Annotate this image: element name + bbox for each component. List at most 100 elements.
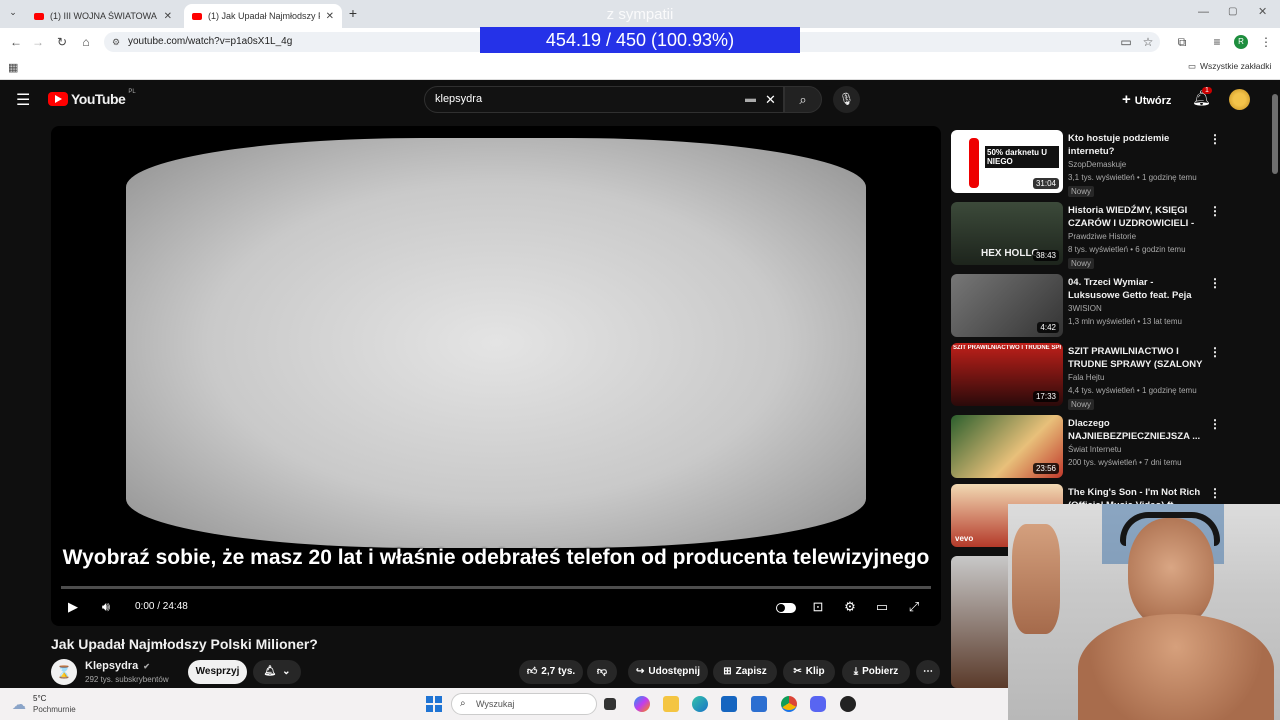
more-options-icon[interactable]: ⋮ <box>1209 345 1221 359</box>
more-options-icon[interactable]: ⋮ <box>1209 417 1221 431</box>
more-options-icon[interactable]: ⋮ <box>1209 486 1221 500</box>
stream-overlay-subtitle: z sympatii <box>606 6 674 23</box>
more-options-icon[interactable]: ⋮ <box>1209 276 1221 290</box>
duration-badge: 38:43 <box>1032 250 1059 261</box>
close-icon[interactable]: ✕ <box>326 11 334 22</box>
autoplay-toggle[interactable] <box>775 598 797 616</box>
profile-avatar[interactable]: R <box>1234 35 1248 49</box>
thumbs-down-icon: 👎︎ <box>596 666 608 677</box>
recommendation-channel: 3WISION <box>1068 304 1102 313</box>
tab-jak-upadal[interactable]: (1) Jak Upadał Najmłodszy Pol... ✕ <box>184 4 342 28</box>
hamburger-menu-icon[interactable]: ☰ <box>16 90 30 110</box>
clip-button[interactable]: ✂ Klip <box>783 660 835 684</box>
store-icon[interactable] <box>751 696 767 712</box>
extensions-icon[interactable]: ⧉ <box>1174 34 1190 50</box>
dislike-button[interactable]: 👎︎ <box>587 660 617 684</box>
video-player[interactable]: Wyobraź sobie, że masz 20 lat i właśnie … <box>51 126 941 626</box>
clear-search-icon[interactable]: ✕ <box>765 87 776 112</box>
menu-icon[interactable]: ⋮ <box>1258 34 1274 50</box>
cast-icon[interactable]: ▭ <box>1118 34 1134 50</box>
recommendation-channel: Prawdziwe Historie <box>1068 232 1137 241</box>
time-display: 0:00 / 24:48 <box>135 601 188 612</box>
windows-start-icon[interactable] <box>426 696 442 712</box>
notifications-button[interactable]: 🔔︎ 1 <box>1192 87 1212 107</box>
recommendation-item[interactable]: 50% darknetu U NIEGO 31:04 Kto hostuje p… <box>951 130 1276 197</box>
folder-icon: ▭ <box>1188 61 1197 71</box>
maximize-icon[interactable]: ▢ <box>1228 6 1237 17</box>
outlook-icon[interactable] <box>721 696 737 712</box>
search-button[interactable]: ⌕ <box>784 86 822 113</box>
download-icon: ⤓ <box>853 666 859 677</box>
notification-bell-button[interactable]: 🔔︎ ⌄ <box>253 660 301 684</box>
fullscreen-icon[interactable]: ⤢ <box>905 598 923 616</box>
keyboard-icon[interactable]: ▬ <box>745 87 756 112</box>
download-button[interactable]: ⤓ Pobierz <box>842 660 910 684</box>
recommendation-item[interactable]: SZIT PRAWILNIACTWO I TRUDNE SPRAWY 17:33… <box>951 343 1276 410</box>
tab-wojna[interactable]: (1) III WOJNA ŚWIATOWA - CH... ✕ <box>26 4 180 28</box>
stream-goal-counter: 454.19 / 450 (100.93%) <box>480 27 800 53</box>
account-avatar[interactable] <box>1229 89 1250 110</box>
search-input[interactable]: klepsydra ▬ ✕ <box>424 86 784 113</box>
recommendation-item[interactable]: HEX HOLLO 38:43 Historia WIEDŹMY, KSIĘGI… <box>951 202 1276 269</box>
back-icon[interactable]: ← <box>8 34 24 50</box>
youtube-favicon-icon <box>192 12 202 20</box>
close-window-icon[interactable]: ✕ <box>1258 5 1267 18</box>
video-thumbnail: HEX HOLLO 38:43 <box>951 202 1063 265</box>
recommendation-meta: 200 tys. wyświetleń • 7 dni temu <box>1068 458 1182 467</box>
subtitles-icon[interactable]: ⊡ <box>809 598 827 616</box>
weather-cloud-icon[interactable]: ☁ <box>12 696 26 713</box>
voice-search-button[interactable]: 🎙 <box>833 86 860 113</box>
copilot-icon[interactable] <box>634 696 650 712</box>
reading-list-icon[interactable]: ≡ <box>1209 34 1225 50</box>
youtube-play-logo-icon <box>48 92 68 106</box>
youtube-favicon-icon <box>34 12 44 20</box>
apps-grid-icon[interactable]: ▦ <box>8 61 18 74</box>
settings-gear-icon[interactable]: ⚙ <box>841 598 859 616</box>
recommendation-item[interactable]: 4:42 04. Trzeci Wymiar - Luksusowe Getto… <box>951 274 1276 340</box>
support-button[interactable]: Wesprzyj <box>188 660 247 684</box>
forward-icon[interactable]: → <box>30 34 46 50</box>
youtube-logo[interactable]: YouTube PL <box>48 89 136 107</box>
bookmark-star-icon[interactable]: ☆ <box>1140 34 1156 50</box>
more-actions-button[interactable]: ⋯ <box>916 660 940 684</box>
new-badge: Nowy <box>1068 399 1095 410</box>
tab-label: (1) Jak Upadał Najmłodszy Pol... <box>208 11 320 21</box>
recommendation-meta: 4,4 tys. wyświetleń • 1 godzinę temu <box>1068 386 1197 395</box>
share-button[interactable]: ↪ Udostępnij <box>628 660 708 684</box>
like-button[interactable]: 👍︎ 2,7 tys. <box>519 660 583 684</box>
duration-badge: 4:42 <box>1037 322 1059 333</box>
minimize-icon[interactable]: — <box>1198 6 1209 18</box>
play-button[interactable]: ▶ <box>65 598 81 616</box>
app-icon[interactable] <box>840 696 856 712</box>
channel-avatar[interactable]: ⌛ <box>51 659 77 685</box>
chrome-icon[interactable] <box>781 696 797 712</box>
close-icon[interactable]: ✕ <box>164 11 172 22</box>
task-view-icon[interactable] <box>604 698 616 710</box>
channel-name[interactable]: Klepsydra ✔ <box>85 660 150 672</box>
all-bookmarks-button[interactable]: ▭ Wszystkie zakładki <box>1188 61 1271 72</box>
new-tab-button[interactable]: + <box>346 5 360 21</box>
create-button[interactable]: + Utwórz <box>1122 91 1171 108</box>
subscriber-count: 292 tys. subskrybentów <box>85 675 169 684</box>
miniplayer-icon[interactable]: ▭ <box>873 598 891 616</box>
reload-icon[interactable]: ↻ <box>54 34 70 50</box>
taskbar-search-input[interactable]: ⌕ Wyszukaj <box>451 693 597 715</box>
sidebar-ad-thumbnail[interactable] <box>951 556 1008 688</box>
home-icon[interactable]: ⌂ <box>78 34 94 50</box>
recommendation-channel: SzopDemaskuje <box>1068 160 1127 169</box>
recommendation-title: Kto hostuje podziemie internetu? <box>1068 133 1170 157</box>
recommendation-item[interactable]: 23:56 Dlaczego NAJNIEBEZPIECZNIEJSZA ...… <box>951 415 1276 481</box>
tab-list-button[interactable]: ⌄ <box>6 7 20 21</box>
recommendation-title: 04. Trzeci Wymiar - Luksusowe Getto feat… <box>1068 277 1192 301</box>
progress-bar[interactable] <box>61 586 931 589</box>
create-label: Utwórz <box>1134 95 1172 107</box>
more-options-icon[interactable]: ⋮ <box>1209 204 1221 218</box>
site-info-icon[interactable]: ⚙ <box>112 32 120 52</box>
volume-icon[interactable]: 🔊︎ <box>97 598 115 616</box>
discord-icon[interactable] <box>810 696 826 712</box>
more-options-icon[interactable]: ⋮ <box>1209 132 1221 146</box>
new-badge: Nowy <box>1068 186 1095 197</box>
edge-browser-icon[interactable] <box>692 696 708 712</box>
file-explorer-icon[interactable] <box>663 696 679 712</box>
save-button[interactable]: ⊞ Zapisz <box>713 660 777 684</box>
